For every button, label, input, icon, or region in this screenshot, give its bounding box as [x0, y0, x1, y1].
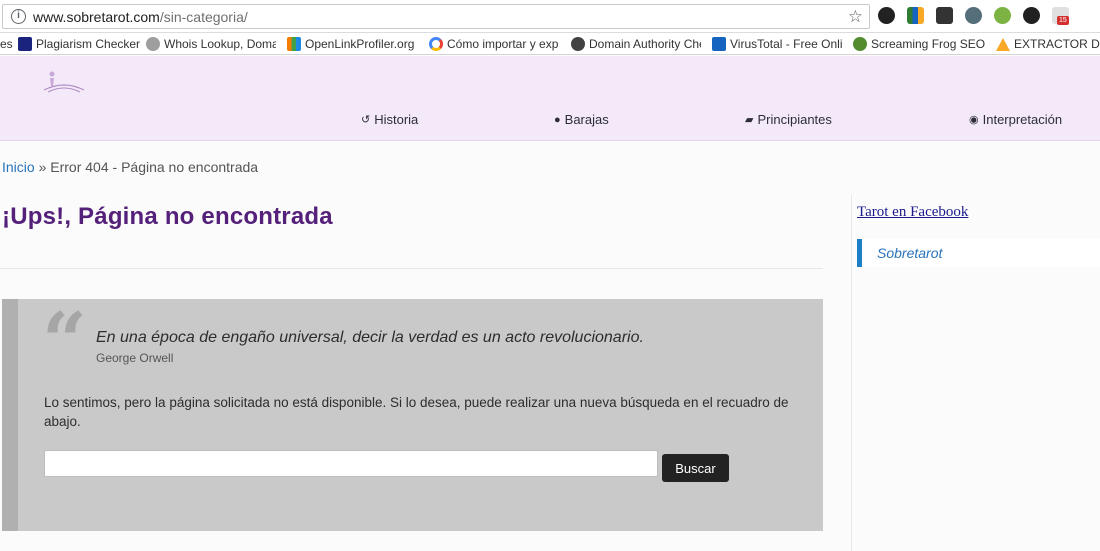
bookmark-item[interactable]: Cómo importar y exp: [429, 36, 559, 52]
bookmarks-bar: es Plagiarism Checker Whois Lookup, Doma…: [0, 33, 1100, 55]
quote-text: En una época de engaño universal, decir …: [96, 329, 644, 346]
url-path: /sin-categoria/: [159, 9, 248, 25]
globe-icon: ●: [554, 113, 561, 126]
facebook-page-name[interactable]: Sobretarot: [877, 245, 942, 261]
info-icon[interactable]: i: [11, 9, 26, 24]
nav-interpretacion[interactable]: ◉ Interpretación: [969, 112, 1062, 127]
page-title: ¡Ups!, Página no encontrada: [2, 203, 333, 230]
breadcrumb-current: Error 404 - Página no encontrada: [50, 159, 259, 175]
pen-extension-icon[interactable]: [965, 7, 982, 24]
title-divider: [0, 268, 823, 269]
site-logo[interactable]: [40, 66, 88, 96]
nav-label: Barajas: [564, 112, 609, 127]
breadcrumb-separator: »: [34, 159, 51, 175]
ghostery-extension-icon[interactable]: [878, 7, 895, 24]
virustotal-icon: [712, 37, 726, 51]
bookmark-item[interactable]: Plagiarism Checker: [18, 36, 140, 52]
browser-address-bar: i www.sobretarot.com/sin-categoria/ ☆ 15: [0, 0, 1100, 33]
nav-label: Historia: [374, 112, 419, 127]
bookmark-item[interactable]: Whois Lookup, Doma: [146, 36, 276, 52]
m-extension-icon[interactable]: [936, 7, 953, 24]
bookmark-item[interactable]: EXTRACTOR DE C: [996, 36, 1100, 52]
url-domain: www.sobretarot.com: [33, 9, 160, 25]
stats-extension-icon[interactable]: [907, 7, 924, 24]
bookmark-item[interactable]: Screaming Frog SEO S: [853, 36, 985, 52]
history-icon: ↺: [361, 114, 371, 126]
quote-icon: “: [42, 296, 87, 387]
error-box: “ En una época de engaño universal, deci…: [2, 299, 823, 531]
bookmark-item[interactable]: Domain Authority Che: [571, 36, 701, 52]
nav-principiantes[interactable]: ▰ Principiantes: [745, 112, 832, 127]
tarot-logo-icon: [43, 71, 85, 93]
extension-badge: 15: [1057, 16, 1069, 25]
eye-icon: ◉: [969, 114, 979, 126]
bookmark-item[interactable]: OpenLinkProfiler.org: [287, 36, 417, 52]
not-found-message: Lo sentimos, pero la página solicitada n…: [44, 395, 789, 429]
domain-authority-icon: [571, 37, 585, 51]
warning-icon: [996, 37, 1010, 51]
site-header: ↺ Historia ● Barajas ▰ Principiantes ◉ I…: [0, 56, 1100, 141]
book-icon: ▰: [745, 114, 754, 126]
plagiarism-icon: [18, 37, 32, 51]
quote-author: George Orwell: [96, 351, 174, 365]
gear-extension-icon[interactable]: [1023, 7, 1040, 24]
nav-label: Interpretación: [982, 112, 1063, 127]
search-input[interactable]: [44, 450, 658, 477]
nav-barajas[interactable]: ● Barajas: [554, 112, 609, 127]
search-button[interactable]: Buscar: [662, 454, 729, 482]
openlinkprofiler-icon: [287, 37, 301, 51]
nav-label: Principiantes: [757, 112, 832, 127]
nav-historia[interactable]: ↺ Historia: [361, 112, 418, 127]
facebook-link[interactable]: Tarot en Facebook: [857, 204, 968, 221]
url-text[interactable]: www.sobretarot.com/sin-categoria/: [33, 9, 248, 25]
breadcrumb-home-link[interactable]: Inicio: [2, 159, 35, 175]
screaming-frog-icon: [853, 37, 867, 51]
extension-icons: 15: [878, 7, 1069, 25]
sidebar: Tarot en Facebook Sobretarot: [851, 195, 1100, 551]
google-icon: [429, 37, 443, 51]
bookmark-item[interactable]: VirusTotal - Free Onlir: [712, 36, 842, 52]
url-omnibox[interactable]: i www.sobretarot.com/sin-categoria/ ☆: [2, 4, 870, 29]
seo-extension-icon[interactable]: [994, 7, 1011, 24]
facebook-widget[interactable]: Sobretarot: [857, 239, 1100, 267]
breadcrumb: Inicio » Error 404 - Página no encontrad…: [2, 159, 258, 175]
bookmark-item[interactable]: es: [0, 36, 14, 52]
whois-icon: [146, 37, 160, 51]
bookmark-star-icon[interactable]: ☆: [848, 7, 863, 27]
badge-extension-icon[interactable]: 15: [1052, 7, 1069, 25]
